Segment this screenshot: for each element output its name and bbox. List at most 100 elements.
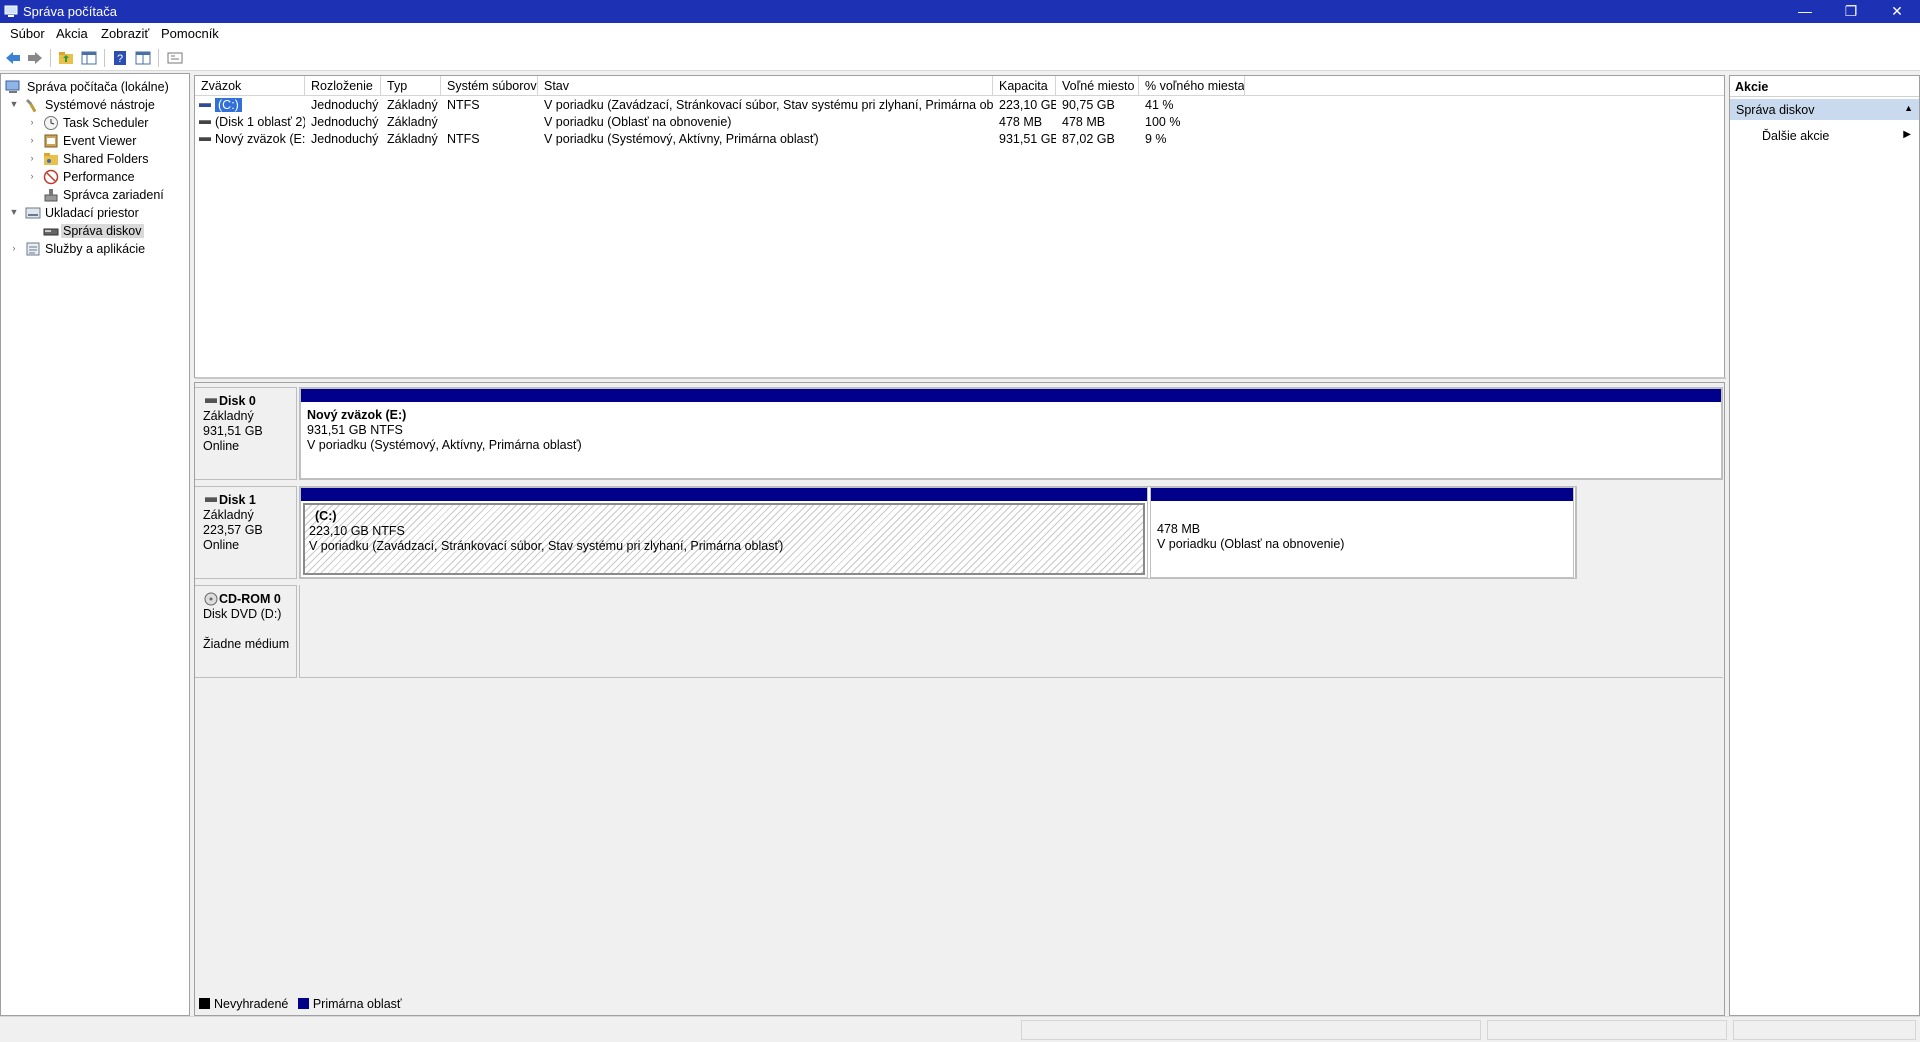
tools-icon — [26, 99, 37, 113]
partition-e[interactable]: Nový zväzok (E:) 931,51 GB NTFS V poriad… — [300, 388, 1722, 479]
partition-recovery[interactable]: 478 MB V poriadku (Oblasť na obnovenie) — [1150, 487, 1574, 578]
menu-file[interactable]: Súbor — [10, 26, 45, 41]
partition-size: 478 MB — [1157, 522, 1201, 536]
cell-free-space: 478 MB — [1062, 115, 1106, 129]
performance-icon — [43, 169, 59, 185]
column-header-layout[interactable]: Rozloženie — [305, 76, 381, 96]
drive-icon — [199, 137, 211, 141]
partition-status: V poriadku (Oblasť na obnovenie) — [1157, 537, 1345, 551]
partition-label: Nový zväzok (E:) — [307, 408, 407, 422]
legend-swatch-unallocated — [199, 998, 210, 1009]
properties-icon[interactable] — [134, 49, 152, 67]
cell-volume: (C:) — [195, 97, 305, 114]
cdrom-type: Disk DVD (D:) — [203, 607, 282, 621]
disk-size: 931,51 GB — [203, 424, 263, 438]
tree-label: Shared Folders — [63, 152, 149, 166]
partition-body: 478 MB V poriadku (Oblasť na obnovenie) — [1153, 503, 1571, 575]
minimize-button[interactable]: — — [1782, 0, 1828, 23]
volume-list-header: Zväzok Rozloženie Typ Systém súborov Sta… — [195, 76, 1724, 96]
disk-0-partitions: Nový zväzok (E:) 931,51 GB NTFS V poriad… — [299, 387, 1723, 480]
more-actions-label: Ďalšie akcie — [1762, 129, 1830, 143]
cdrom-0-area — [299, 585, 1723, 678]
cell-capacity: 223,10 GB — [999, 98, 1056, 112]
toolbar-separator — [104, 49, 105, 67]
table-row[interactable]: (Disk 1 oblasť 2) Jednoduchý Základný V … — [195, 114, 1724, 131]
column-header-filesystem[interactable]: Systém súborov — [441, 76, 538, 96]
submenu-arrow-icon: ▶ — [1903, 129, 1911, 140]
menu-view[interactable]: Zobraziť — [101, 26, 149, 41]
disk-0-label[interactable]: Disk 0 Základný 931,51 GB Online — [195, 387, 297, 480]
status-cell — [1487, 1020, 1727, 1040]
cell-percent-free: 41 % — [1145, 98, 1174, 112]
status-cell — [1021, 1020, 1481, 1040]
cell-free-space: 90,75 GB — [1062, 98, 1115, 112]
cell-layout: Jednoduchý — [311, 132, 379, 146]
disk-icon — [205, 398, 217, 403]
cell-filesystem — [441, 114, 538, 131]
disk-type: Základný — [203, 508, 254, 522]
toolbar-separator — [50, 49, 51, 67]
disk-type: Základný — [203, 409, 254, 423]
column-header-type[interactable]: Typ — [381, 76, 441, 96]
toolbar: ? — [0, 44, 1920, 71]
actions-section-disk-management[interactable]: Správa diskov ▲ — [1730, 99, 1919, 120]
computer-management-icon — [5, 80, 20, 93]
cell-free-space: 87,02 GB — [1062, 132, 1115, 146]
help-icon[interactable]: ? — [111, 49, 129, 67]
close-button[interactable]: ✕ — [1874, 0, 1920, 23]
cell-volume: Nový zväzok (E:) — [195, 131, 305, 148]
storage-icon — [25, 207, 41, 219]
chevron-down-icon[interactable]: ▼ — [9, 206, 19, 218]
chevron-right-icon[interactable]: › — [9, 242, 19, 254]
cell-type: Základný — [387, 132, 438, 146]
column-header-volume[interactable]: Zväzok — [195, 76, 305, 96]
back-arrow-icon[interactable] — [4, 49, 22, 67]
more-actions-item[interactable]: Ďalšie akcie ▶ — [1730, 126, 1919, 146]
cell-type: Základný — [387, 98, 438, 112]
tree-label: Služby a aplikácie — [45, 242, 146, 256]
toolbar-separator — [158, 49, 159, 67]
restore-button[interactable]: ❐ — [1828, 0, 1874, 23]
table-row[interactable]: (C:) Jednoduchý Základný NTFS V poriadku… — [195, 97, 1724, 114]
tree-label: Performance — [63, 170, 135, 184]
shared-folder-icon — [44, 153, 58, 165]
disk-status: Online — [203, 538, 240, 552]
actions-section-label: Správa diskov — [1736, 103, 1815, 117]
column-header-capacity[interactable]: Kapacita — [993, 76, 1056, 96]
console-view-icon[interactable] — [166, 49, 184, 67]
disk-1-label[interactable]: Disk 1 Základný 223,57 GB Online — [195, 486, 297, 579]
title-bar: Správa počítača — ❐ ✕ — [0, 0, 1920, 23]
up-folder-icon[interactable] — [57, 49, 75, 67]
chevron-down-icon[interactable]: ▼ — [9, 98, 19, 110]
splitter[interactable] — [195, 377, 1726, 379]
column-header-percent-free[interactable]: % voľného miesta — [1139, 76, 1245, 96]
table-row[interactable]: Nový zväzok (E:) Jednoduchý Základný NTF… — [195, 131, 1724, 148]
menu-action[interactable]: Akcia — [56, 26, 88, 41]
status-cell — [1733, 1020, 1916, 1040]
show-hide-tree-icon[interactable] — [80, 49, 98, 67]
collapse-arrow-icon[interactable]: ▲ — [1904, 103, 1913, 113]
cell-percent-free: 9 % — [1145, 132, 1167, 146]
drive-icon — [199, 103, 211, 107]
partition-c[interactable]: (C:) 223,10 GB NTFS V poriadku (Zavádzac… — [300, 487, 1148, 578]
legend-unallocated: Nevyhradené — [214, 997, 289, 1011]
cdrom-0-label[interactable]: CD-ROM 0 Disk DVD (D:) Žiadne médium — [195, 585, 297, 678]
forward-arrow-icon[interactable] — [26, 49, 44, 67]
main-content: Zväzok Rozloženie Typ Systém súborov Sta… — [194, 75, 1726, 1016]
tree-label: Systémové nástroje — [45, 98, 155, 112]
partition-body: Nový zväzok (E:) 931,51 GB NTFS V poriad… — [303, 404, 1719, 476]
column-header-free-space[interactable]: Voľné miesto — [1056, 76, 1139, 96]
partition-size: 931,51 GB NTFS — [307, 423, 403, 437]
legend-primary: Primárna oblasť — [312, 997, 402, 1011]
cell-capacity: 931,51 GB — [999, 132, 1056, 146]
menu-help[interactable]: Pomocník — [161, 26, 219, 41]
legend-swatch-primary — [297, 998, 309, 1009]
cell-filesystem: NTFS — [447, 132, 480, 146]
chevron-right-icon[interactable]: › — [27, 116, 37, 128]
chevron-right-icon[interactable]: › — [27, 170, 37, 182]
column-header-status[interactable]: Stav — [538, 76, 993, 96]
chevron-right-icon[interactable]: › — [27, 152, 37, 164]
device-manager-icon — [44, 189, 58, 202]
chevron-right-icon[interactable]: › — [27, 134, 37, 146]
svg-text:?: ? — [117, 53, 123, 65]
